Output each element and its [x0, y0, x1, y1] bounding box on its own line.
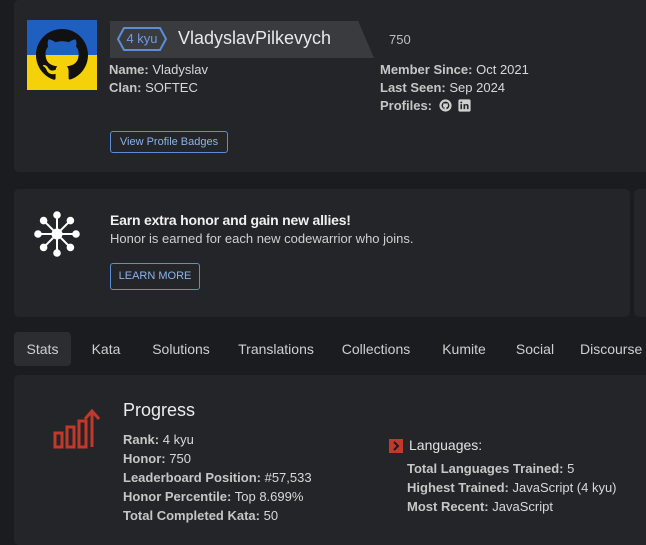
banner-side-panel	[634, 189, 646, 317]
last-seen-label: Last Seen:	[380, 80, 446, 95]
allies-network-icon	[34, 211, 80, 257]
most-recent-value: JavaScript	[492, 499, 553, 514]
tab-stats[interactable]: Stats	[14, 332, 71, 366]
member-since-value: Oct 2021	[476, 62, 529, 77]
honor-label: Honor:	[123, 451, 166, 466]
stats-panel: Progress Rank: 4 kyu Honor: 750 Leaderbo…	[14, 375, 646, 545]
rank-label: Rank:	[123, 432, 160, 447]
username: VladyslavPilkevych	[178, 28, 332, 48]
honor-row: Honor: 750	[123, 449, 312, 468]
completed-value: 50	[263, 508, 279, 523]
name-value: Vladyslav	[152, 62, 209, 77]
progress-stats: Rank: 4 kyu Honor: 750 Leaderboard Posit…	[123, 430, 312, 525]
rank-badge: 4 kyu	[116, 26, 168, 52]
rank-badge-label: 4 kyu	[126, 31, 158, 46]
honor-count: 750	[389, 32, 411, 47]
banner-title: Earn extra honor and gain new allies!	[110, 212, 351, 228]
languages-expand-icon[interactable]	[389, 439, 403, 453]
progress-title: Progress	[123, 400, 196, 420]
profile-info-right: Member Since: Oct 2021 Last Seen: Sep 20…	[380, 61, 529, 115]
profiles-row: Profiles:	[380, 97, 529, 115]
languages-stats: Total Languages Trained: 5 Highest Train…	[407, 459, 617, 516]
tab-collections[interactable]: Collections	[336, 332, 416, 366]
completed-label: Total Completed Kata:	[123, 508, 260, 523]
clan-label: Clan:	[109, 80, 142, 95]
leaderboard-row: Leaderboard Position: #57,533	[123, 468, 312, 487]
clan-value: SOFTEC	[145, 80, 198, 95]
github-icon[interactable]	[439, 99, 452, 112]
profile-panel: 4 kyu VladyslavPilkevych 750 Name: Vlady…	[14, 0, 646, 172]
name-row: Name: Vladyslav	[109, 61, 208, 79]
highest-trained-row: Highest Trained: JavaScript (4 kyu)	[407, 478, 617, 497]
total-languages-row: Total Languages Trained: 5	[407, 459, 617, 478]
rank-value: 4 kyu	[162, 432, 194, 447]
leaderboard-label: Leaderboard Position:	[123, 470, 261, 485]
highest-trained-label: Highest Trained:	[407, 480, 509, 495]
last-seen-row: Last Seen: Sep 2024	[380, 79, 529, 97]
total-languages-label: Total Languages Trained:	[407, 461, 564, 476]
view-profile-badges-button[interactable]: View Profile Badges	[110, 131, 228, 153]
languages-heading: Languages:	[409, 437, 483, 453]
last-seen-value: Sep 2024	[449, 80, 506, 95]
percentile-label: Honor Percentile:	[123, 489, 232, 504]
learn-more-button[interactable]: LEARN MORE	[110, 263, 200, 290]
profile-info-left: Name: Vladyslav Clan: SOFTEC	[109, 61, 208, 97]
tab-solutions[interactable]: Solutions	[146, 332, 216, 366]
avatar[interactable]	[27, 20, 97, 90]
tab-discourse[interactable]: Discourse	[580, 332, 646, 366]
most-recent-row: Most Recent: JavaScript	[407, 497, 617, 516]
member-since-row: Member Since: Oct 2021	[380, 61, 529, 79]
most-recent-label: Most Recent:	[407, 499, 489, 514]
completed-row: Total Completed Kata: 50	[123, 506, 312, 525]
profiles-label: Profiles:	[380, 98, 433, 113]
total-languages-value: 5	[567, 461, 575, 476]
tab-kumite[interactable]: Kumite	[434, 332, 494, 366]
leaderboard-value: #57,533	[264, 470, 312, 485]
member-since-label: Member Since:	[380, 62, 473, 77]
clan-row: Clan: SOFTEC	[109, 79, 208, 97]
progress-chart-icon	[52, 405, 102, 451]
highest-trained-value: JavaScript (4 kyu)	[512, 480, 617, 495]
allies-banner: Earn extra honor and gain new allies! Ho…	[14, 189, 630, 317]
tab-translations[interactable]: Translations	[233, 332, 319, 366]
tab-social[interactable]: Social	[510, 332, 560, 366]
honor-value: 750	[169, 451, 191, 466]
name-label: Name:	[109, 62, 149, 77]
tab-kata[interactable]: Kata	[83, 332, 129, 366]
username-bar: 4 kyu VladyslavPilkevych	[110, 21, 374, 58]
rank-row: Rank: 4 kyu	[123, 430, 312, 449]
percentile-row: Honor Percentile: Top 8.699%	[123, 487, 312, 506]
percentile-value: Top 8.699%	[234, 489, 304, 504]
linkedin-icon[interactable]	[458, 99, 471, 112]
banner-subtitle: Honor is earned for each new codewarrior…	[110, 231, 414, 246]
